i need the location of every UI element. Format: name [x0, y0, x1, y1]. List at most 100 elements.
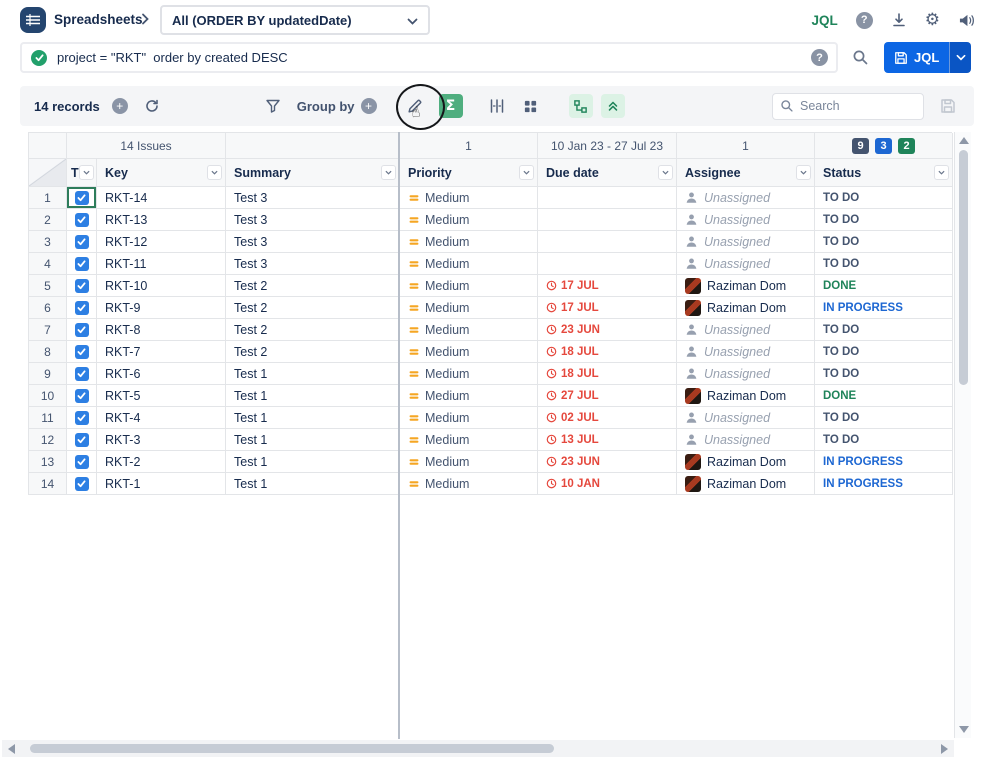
announcements-megaphone-icon[interactable] [958, 13, 975, 28]
assignee-cell[interactable]: Raziman Dom [677, 473, 815, 495]
row-number[interactable]: 2 [29, 209, 67, 231]
issue-key-cell[interactable]: RKT-8 [97, 319, 226, 341]
scroll-right-arrow[interactable] [941, 744, 948, 754]
summary-cell[interactable]: Test 1 [226, 385, 400, 407]
column-header-priority[interactable]: Priority [400, 159, 538, 187]
due-date-cell[interactable]: 18 JUL [538, 341, 677, 363]
row-select-checkbox[interactable] [67, 407, 97, 429]
help-icon[interactable]: ? [856, 12, 873, 29]
jql-mode-link[interactable]: JQL [811, 13, 837, 28]
due-date-cell[interactable] [538, 187, 677, 209]
frozen-pane-divider[interactable] [398, 132, 400, 739]
priority-cell[interactable]: Medium [400, 385, 538, 407]
column-width-icon[interactable] [485, 94, 509, 118]
status-cell[interactable]: DONE [815, 385, 953, 407]
row-number[interactable]: 14 [29, 473, 67, 495]
summary-cell[interactable]: Test 2 [226, 297, 400, 319]
due-date-cell[interactable]: 02 JUL [538, 407, 677, 429]
assignee-cell[interactable]: Raziman Dom [677, 297, 815, 319]
priority-cell[interactable]: Medium [400, 473, 538, 495]
summary-cell[interactable]: Test 3 [226, 209, 400, 231]
refresh-icon[interactable] [144, 98, 160, 114]
due-date-cell[interactable]: 18 JUL [538, 363, 677, 385]
status-cell[interactable]: TO DO [815, 209, 953, 231]
priority-cell[interactable]: Medium [400, 253, 538, 275]
assignee-cell[interactable]: Unassigned [677, 319, 815, 341]
due-date-cell[interactable] [538, 209, 677, 231]
filter-caret-icon[interactable] [658, 165, 673, 180]
jql-query-input[interactable]: project = "RKT" order by created DESC ? [20, 42, 838, 73]
issue-key-cell[interactable]: RKT-1 [97, 473, 226, 495]
due-date-cell[interactable] [538, 253, 677, 275]
summary-cell[interactable]: Test 1 [226, 473, 400, 495]
due-date-cell[interactable]: 27 JUL [538, 385, 677, 407]
row-select-checkbox[interactable] [67, 209, 97, 231]
column-header-due-date[interactable]: Due date [538, 159, 677, 187]
status-cell[interactable]: TO DO [815, 319, 953, 341]
horizontal-scrollbar[interactable] [2, 740, 954, 757]
hierarchy-tree-icon[interactable] [569, 94, 593, 118]
due-date-cell[interactable]: 10 JAN [538, 473, 677, 495]
row-select-checkbox[interactable] [67, 275, 97, 297]
query-help-icon[interactable]: ? [811, 49, 828, 66]
assignee-cell[interactable]: Unassigned [677, 429, 815, 451]
issue-key-cell[interactable]: RKT-14 [97, 187, 226, 209]
row-select-checkbox[interactable] [67, 429, 97, 451]
assignee-cell[interactable]: Unassigned [677, 231, 815, 253]
assignee-cell[interactable]: Unassigned [677, 341, 815, 363]
priority-cell[interactable]: Medium [400, 341, 538, 363]
assignee-cell[interactable]: Unassigned [677, 187, 815, 209]
summary-cell[interactable]: Test 2 [226, 275, 400, 297]
row-number[interactable]: 8 [29, 341, 67, 363]
row-select-checkbox[interactable] [67, 385, 97, 407]
priority-cell[interactable]: Medium [400, 275, 538, 297]
assignee-cell[interactable]: Unassigned [677, 363, 815, 385]
row-number[interactable]: 11 [29, 407, 67, 429]
issue-key-cell[interactable]: RKT-7 [97, 341, 226, 363]
search-input[interactable] [772, 93, 924, 120]
row-number[interactable]: 5 [29, 275, 67, 297]
assignee-cell[interactable]: Unassigned [677, 407, 815, 429]
due-date-cell[interactable]: 23 JUN [538, 451, 677, 473]
column-header-type[interactable]: T [67, 159, 97, 187]
view-selector-dropdown[interactable]: All (ORDER BY updatedDate) [160, 5, 430, 35]
search-magnifier-icon[interactable] [852, 49, 869, 69]
row-select-checkbox[interactable] [67, 231, 97, 253]
priority-cell[interactable]: Medium [400, 209, 538, 231]
column-header-summary[interactable]: Summary [226, 159, 400, 187]
row-select-checkbox[interactable] [67, 451, 97, 473]
assignee-cell[interactable]: Raziman Dom [677, 451, 815, 473]
priority-cell[interactable]: Medium [400, 187, 538, 209]
priority-cell[interactable]: Medium [400, 363, 538, 385]
issue-key-cell[interactable]: RKT-12 [97, 231, 226, 253]
status-cell[interactable]: IN PROGRESS [815, 451, 953, 473]
due-date-cell[interactable]: 17 JUL [538, 275, 677, 297]
select-all-corner[interactable] [29, 159, 67, 187]
issue-key-cell[interactable]: RKT-6 [97, 363, 226, 385]
filter-caret-icon[interactable] [381, 165, 396, 180]
priority-cell[interactable]: Medium [400, 231, 538, 253]
row-number[interactable]: 4 [29, 253, 67, 275]
priority-cell[interactable]: Medium [400, 319, 538, 341]
assignee-cell[interactable]: Unassigned [677, 209, 815, 231]
status-cell[interactable]: TO DO [815, 407, 953, 429]
edit-pencil-icon[interactable] [403, 94, 427, 118]
row-number[interactable]: 1 [29, 187, 67, 209]
vertical-scrollbar[interactable] [954, 132, 971, 738]
column-header-assignee[interactable]: Assignee [677, 159, 815, 187]
filter-caret-icon[interactable] [207, 165, 222, 180]
export-download-icon[interactable] [891, 12, 907, 28]
filter-caret-icon[interactable] [934, 165, 949, 180]
issue-key-cell[interactable]: RKT-3 [97, 429, 226, 451]
issue-key-cell[interactable]: RKT-5 [97, 385, 226, 407]
issue-key-cell[interactable]: RKT-2 [97, 451, 226, 473]
scroll-down-arrow[interactable] [959, 726, 969, 733]
summary-cell[interactable]: Test 3 [226, 187, 400, 209]
assignee-cell[interactable]: Unassigned [677, 253, 815, 275]
scroll-up-arrow[interactable] [959, 137, 969, 144]
due-date-cell[interactable]: 23 JUN [538, 319, 677, 341]
add-record-icon[interactable]: + [112, 98, 128, 114]
filter-caret-icon[interactable] [79, 165, 94, 180]
status-cell[interactable]: TO DO [815, 363, 953, 385]
sum-sigma-button[interactable]: Σ [439, 94, 463, 118]
